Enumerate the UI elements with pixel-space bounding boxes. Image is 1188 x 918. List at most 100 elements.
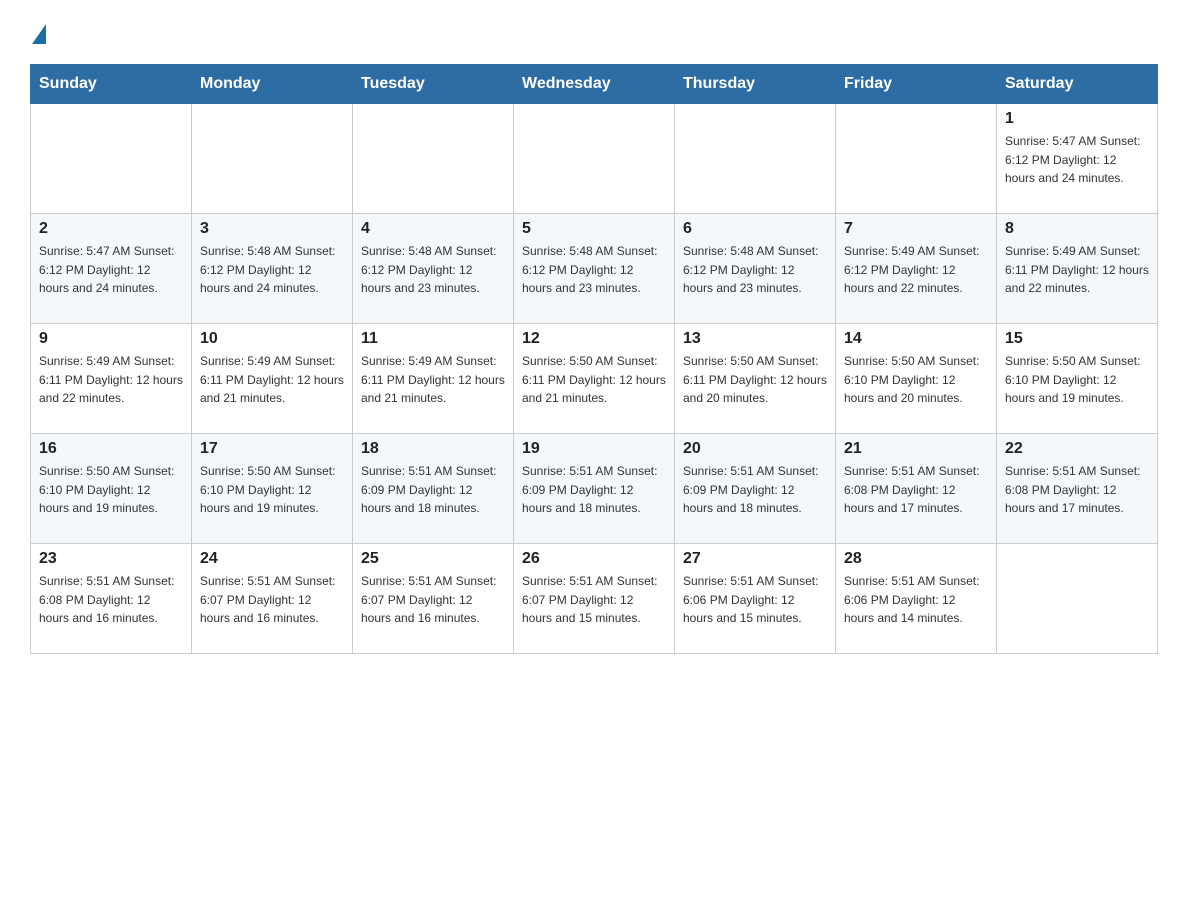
day-info: Sunrise: 5:51 AM Sunset: 6:08 PM Dayligh…	[39, 572, 183, 628]
logo-triangle-icon	[32, 24, 46, 44]
day-info: Sunrise: 5:50 AM Sunset: 6:11 PM Dayligh…	[683, 352, 827, 408]
day-info: Sunrise: 5:51 AM Sunset: 6:06 PM Dayligh…	[844, 572, 988, 628]
day-number: 25	[361, 550, 505, 568]
day-number: 28	[844, 550, 988, 568]
day-info: Sunrise: 5:51 AM Sunset: 6:07 PM Dayligh…	[522, 572, 666, 628]
calendar-cell: 25 Sunrise: 5:51 AM Sunset: 6:07 PM Dayli…	[353, 544, 514, 654]
day-info: Sunrise: 5:51 AM Sunset: 6:08 PM Dayligh…	[1005, 462, 1149, 518]
calendar-cell: 20 Sunrise: 5:51 AM Sunset: 6:09 PM Dayli…	[675, 434, 836, 544]
calendar-week-2: 2 Sunrise: 5:47 AM Sunset: 6:12 PM Daylig…	[31, 214, 1158, 324]
day-number: 11	[361, 330, 505, 348]
day-info: Sunrise: 5:50 AM Sunset: 6:11 PM Dayligh…	[522, 352, 666, 408]
day-number: 15	[1005, 330, 1149, 348]
day-info: Sunrise: 5:48 AM Sunset: 6:12 PM Dayligh…	[361, 242, 505, 298]
calendar-cell: 28 Sunrise: 5:51 AM Sunset: 6:06 PM Dayli…	[836, 544, 997, 654]
day-info: Sunrise: 5:49 AM Sunset: 6:11 PM Dayligh…	[361, 352, 505, 408]
calendar-cell: 8 Sunrise: 5:49 AM Sunset: 6:11 PM Daylig…	[997, 214, 1158, 324]
calendar-cell: 17 Sunrise: 5:50 AM Sunset: 6:10 PM Dayli…	[192, 434, 353, 544]
day-number: 2	[39, 220, 183, 238]
calendar-cell: 7 Sunrise: 5:49 AM Sunset: 6:12 PM Daylig…	[836, 214, 997, 324]
day-number: 24	[200, 550, 344, 568]
day-number: 17	[200, 440, 344, 458]
day-number: 21	[844, 440, 988, 458]
day-number: 13	[683, 330, 827, 348]
calendar-cell: 26Sunrise: 5:51 AM Sunset: 6:07 PM Dayli…	[514, 544, 675, 654]
day-number: 6	[683, 220, 827, 238]
day-info: Sunrise: 5:51 AM Sunset: 6:09 PM Dayligh…	[361, 462, 505, 518]
calendar-week-5: 23 Sunrise: 5:51 AM Sunset: 6:08 PM Dayli…	[31, 544, 1158, 654]
day-number: 23	[39, 550, 183, 568]
page-header	[30, 20, 1158, 44]
day-info: Sunrise: 5:50 AM Sunset: 6:10 PM Dayligh…	[39, 462, 183, 518]
day-info: Sunrise: 5:51 AM Sunset: 6:06 PM Dayligh…	[683, 572, 827, 628]
calendar-cell	[31, 104, 192, 214]
calendar-week-4: 16 Sunrise: 5:50 AM Sunset: 6:10 PM Dayli…	[31, 434, 1158, 544]
calendar-cell: 22 Sunrise: 5:51 AM Sunset: 6:08 PM Dayli…	[997, 434, 1158, 544]
day-info: Sunrise: 5:49 AM Sunset: 6:11 PM Dayligh…	[1005, 242, 1149, 298]
weekday-header-monday: Monday	[192, 65, 353, 104]
day-info: Sunrise: 5:48 AM Sunset: 6:12 PM Dayligh…	[522, 242, 666, 298]
calendar-cell: 23 Sunrise: 5:51 AM Sunset: 6:08 PM Dayli…	[31, 544, 192, 654]
day-number: 8	[1005, 220, 1149, 238]
day-number: 20	[683, 440, 827, 458]
day-info: Sunrise: 5:47 AM Sunset: 6:12 PM Dayligh…	[39, 242, 183, 298]
day-info: Sunrise: 5:50 AM Sunset: 6:10 PM Dayligh…	[200, 462, 344, 518]
day-number: 4	[361, 220, 505, 238]
day-number: 27	[683, 550, 827, 568]
day-info: Sunrise: 5:47 AM Sunset: 6:12 PM Dayligh…	[1005, 132, 1149, 188]
day-number: 10	[200, 330, 344, 348]
weekday-header-saturday: Saturday	[997, 65, 1158, 104]
day-info: Sunrise: 5:48 AM Sunset: 6:12 PM Dayligh…	[683, 242, 827, 298]
calendar-cell: 15 Sunrise: 5:50 AM Sunset: 6:10 PM Dayli…	[997, 324, 1158, 434]
calendar-cell: 9 Sunrise: 5:49 AM Sunset: 6:11 PM Daylig…	[31, 324, 192, 434]
day-number: 12	[522, 330, 666, 348]
calendar-cell: 6 Sunrise: 5:48 AM Sunset: 6:12 PM Daylig…	[675, 214, 836, 324]
calendar-week-3: 9 Sunrise: 5:49 AM Sunset: 6:11 PM Daylig…	[31, 324, 1158, 434]
calendar-cell: 2 Sunrise: 5:47 AM Sunset: 6:12 PM Daylig…	[31, 214, 192, 324]
calendar-cell: 4 Sunrise: 5:48 AM Sunset: 6:12 PM Daylig…	[353, 214, 514, 324]
calendar-cell	[997, 544, 1158, 654]
day-number: 1	[1005, 110, 1149, 128]
calendar-cell	[675, 104, 836, 214]
day-number: 3	[200, 220, 344, 238]
calendar-cell: 1 Sunrise: 5:47 AM Sunset: 6:12 PM Daylig…	[997, 104, 1158, 214]
calendar-cell: 21 Sunrise: 5:51 AM Sunset: 6:08 PM Dayli…	[836, 434, 997, 544]
weekday-header-row: SundayMondayTuesdayWednesdayThursdayFrid…	[31, 65, 1158, 104]
weekday-header-thursday: Thursday	[675, 65, 836, 104]
calendar-cell: 16 Sunrise: 5:50 AM Sunset: 6:10 PM Dayli…	[31, 434, 192, 544]
day-info: Sunrise: 5:49 AM Sunset: 6:12 PM Dayligh…	[844, 242, 988, 298]
day-info: Sunrise: 5:51 AM Sunset: 6:08 PM Dayligh…	[844, 462, 988, 518]
calendar-cell: 19 Sunrise: 5:51 AM Sunset: 6:09 PM Dayli…	[514, 434, 675, 544]
calendar-cell: 3 Sunrise: 5:48 AM Sunset: 6:12 PM Daylig…	[192, 214, 353, 324]
day-number: 5	[522, 220, 666, 238]
calendar-cell	[514, 104, 675, 214]
calendar-cell: 10 Sunrise: 5:49 AM Sunset: 6:11 PM Dayli…	[192, 324, 353, 434]
day-number: 7	[844, 220, 988, 238]
calendar-cell	[353, 104, 514, 214]
weekday-header-wednesday: Wednesday	[514, 65, 675, 104]
day-info: Sunrise: 5:49 AM Sunset: 6:11 PM Dayligh…	[39, 352, 183, 408]
calendar-week-1: 1 Sunrise: 5:47 AM Sunset: 6:12 PM Daylig…	[31, 104, 1158, 214]
calendar-cell	[836, 104, 997, 214]
calendar-cell	[192, 104, 353, 214]
day-info: Sunrise: 5:51 AM Sunset: 6:09 PM Dayligh…	[683, 462, 827, 518]
day-number: 18	[361, 440, 505, 458]
day-info: Sunrise: 5:51 AM Sunset: 6:09 PM Dayligh…	[522, 462, 666, 518]
logo	[30, 20, 50, 44]
weekday-header-tuesday: Tuesday	[353, 65, 514, 104]
calendar-cell: 24Sunrise: 5:51 AM Sunset: 6:07 PM Dayli…	[192, 544, 353, 654]
day-info: Sunrise: 5:51 AM Sunset: 6:07 PM Dayligh…	[361, 572, 505, 628]
day-number: 19	[522, 440, 666, 458]
day-info: Sunrise: 5:48 AM Sunset: 6:12 PM Dayligh…	[200, 242, 344, 298]
day-info: Sunrise: 5:49 AM Sunset: 6:11 PM Dayligh…	[200, 352, 344, 408]
day-info: Sunrise: 5:50 AM Sunset: 6:10 PM Dayligh…	[844, 352, 988, 408]
day-number: 22	[1005, 440, 1149, 458]
calendar-cell: 14 Sunrise: 5:50 AM Sunset: 6:10 PM Dayli…	[836, 324, 997, 434]
day-number: 9	[39, 330, 183, 348]
day-info: Sunrise: 5:50 AM Sunset: 6:10 PM Dayligh…	[1005, 352, 1149, 408]
day-number: 14	[844, 330, 988, 348]
day-number: 16	[39, 440, 183, 458]
calendar-table: SundayMondayTuesdayWednesdayThursdayFrid…	[30, 64, 1158, 654]
calendar-cell: 5 Sunrise: 5:48 AM Sunset: 6:12 PM Daylig…	[514, 214, 675, 324]
weekday-header-sunday: Sunday	[31, 65, 192, 104]
